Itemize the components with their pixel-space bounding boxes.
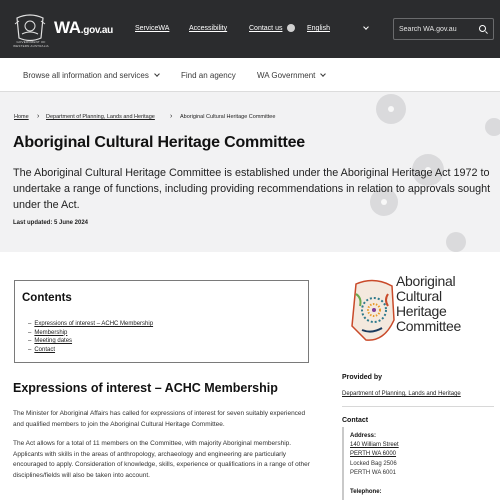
achc-logo-text: Aboriginal Cultural Heritage Committee [396,273,461,334]
page-hero: Home › Department of Planning, Lands and… [0,92,500,252]
section-title: Expressions of interest – ACHC Membershi… [13,381,278,395]
chevron-down-icon [320,71,327,77]
search-icon[interactable] [479,25,486,32]
address-line[interactable]: 140 William Street [350,442,399,448]
address-line: Locked Bag 2506 [350,461,397,467]
globe-icon [287,24,295,32]
toc-link-contact[interactable]: Contact [34,347,55,353]
toc-link-meeting-dates[interactable]: Meeting dates [34,338,72,344]
achc-logo-mark-icon [351,279,395,341]
contents-heading: Contents [22,292,72,304]
search-box[interactable] [393,18,494,40]
breadcrumb-separator-icon: › [170,113,173,120]
wa-gov-logo[interactable]: WA.gov.au [54,18,113,38]
crest-caption: GOVERNMENT OF WESTERN AUSTRALIA [13,40,49,48]
page-title: Aboriginal Cultural Heritage Committee [13,134,305,151]
search-input[interactable] [399,23,479,36]
address-line[interactable]: PERTH WA 6000 [350,451,396,457]
main-navigation: Browse all information and services Find… [0,58,500,92]
sidebar-divider [342,406,494,407]
contact-details: Address: 140 William Street PERTH WA 600… [342,427,494,500]
contents-list: – Expressions of interest – ACHC Membersh… [28,320,153,354]
accessibility-link[interactable]: Accessibility [189,25,227,32]
list-item: – Membership [28,329,68,336]
nav-wa-government[interactable]: WA Government [257,71,327,80]
list-item: – Meeting dates [28,338,73,344]
breadcrumb-home[interactable]: Home [14,114,29,120]
breadcrumb-separator-icon: › [37,113,40,120]
breadcrumb-department[interactable]: Department of Planning, Lands and Herita… [46,114,155,120]
page-intro: The Aboriginal Cultural Heritage Committ… [13,167,491,211]
decorative-bubble [485,118,500,136]
table-of-contents: Contents – Expressions of interest – ACHC… [14,280,309,363]
toc-link-expressions[interactable]: Expressions of interest – ACHC Membershi… [34,321,153,327]
nav-browse-services[interactable]: Browse all information and services [23,71,160,80]
nav-find-agency[interactable]: Find an agency [181,71,236,80]
chevron-down-icon[interactable] [363,24,369,30]
list-item: – Expressions of interest – ACHC Membersh… [28,321,154,327]
toc-link-membership[interactable]: Membership [34,330,67,336]
provided-by-heading: Provided by [342,374,383,381]
provided-by-link[interactable]: Department of Planning, Lands and Herita… [342,391,461,397]
nav-wa-government-label: WA Government [257,71,316,80]
nav-browse-label: Browse all information and services [23,71,149,80]
decorative-bubble [446,232,466,252]
telephone-label: Telephone: [350,489,382,495]
list-item: – Contact [28,346,56,353]
section-paragraph: The Act allows for a total of 11 members… [13,440,310,479]
servicewa-link[interactable]: ServiceWA [135,25,169,32]
breadcrumb-current: Aboriginal Cultural Heritage Committee [180,114,276,120]
address-label: Address: [350,433,377,439]
chevron-down-icon [154,71,160,77]
logo-suffix: .gov.au [80,25,113,36]
address-line: PERTH WA 6001 [350,470,397,476]
contact-us-link[interactable]: Contact us [249,25,282,32]
site-header: GOVERNMENT OF WESTERN AUSTRALIA WA.gov.a… [0,0,500,58]
logo-main: WA [54,18,81,37]
nav-find-agency-label: Find an agency [181,71,236,80]
last-updated: Last updated: 5 June 2024 [13,220,89,226]
decorative-bubble [376,94,406,124]
bubble-icon [388,106,394,112]
achc-logo: Aboriginal Cultural Heritage Committee [344,270,494,350]
section-paragraph: The Minister for Aboriginal Affairs has … [13,410,306,428]
contact-heading: Contact [342,417,369,424]
language-selector[interactable]: English [307,25,330,32]
